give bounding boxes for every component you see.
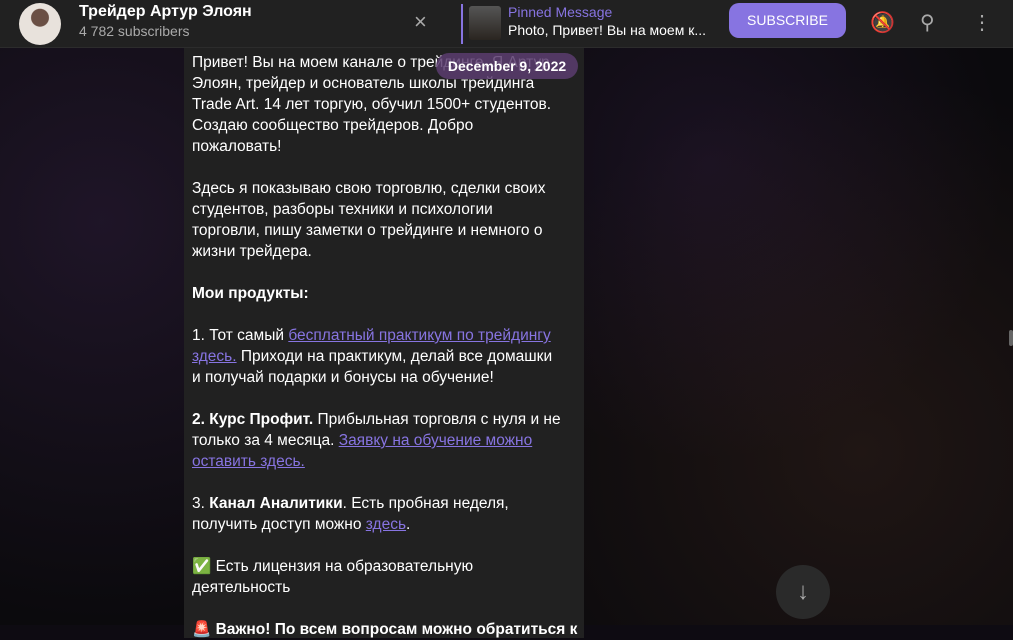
message-line: здесь. Приходи на практикум, делай все д… — [192, 346, 576, 367]
message-line: ✅ Есть лицензия на образовательную — [192, 556, 576, 577]
message-line: Trade Art. 14 лет торгую, обучил 1500+ с… — [192, 94, 576, 115]
message-line — [192, 157, 576, 178]
pinned-text: Photo, Привет! Вы на моем к... — [508, 22, 707, 38]
message-text: Приходи на практикум, делай все домашки — [236, 348, 553, 365]
scrollbar[interactable] — [1009, 330, 1013, 346]
subscriber-count: 4 782 subscribers — [79, 23, 190, 39]
message-link[interactable]: оставить здесь. — [192, 453, 305, 470]
message-text: Создаю сообщество трейдеров. Добро — [192, 117, 474, 134]
message-line — [192, 535, 576, 556]
scroll-down-icon[interactable]: ↓ — [776, 565, 830, 619]
channel-title[interactable]: Трейдер Артур Элоян — [79, 3, 252, 21]
message-bubble: Привет! Вы на моем канале о трейдинге. Я… — [184, 48, 584, 638]
message-line: Создаю сообщество трейдеров. Добро — [192, 115, 576, 136]
date-badge: December 9, 2022 — [436, 53, 578, 79]
message-line: получить доступ можно здесь. — [192, 514, 576, 535]
message-text: . Есть пробная неделя, — [342, 495, 509, 512]
search-icon[interactable]: ⚲ — [920, 10, 935, 35]
message-text: пожаловать! — [192, 138, 282, 155]
message-line: студентов, разборы техники и психологии — [192, 199, 576, 220]
message-line: жизни трейдера. — [192, 241, 576, 262]
message-line: 2. Курс Профит. Прибыльная торговля с ну… — [192, 409, 576, 430]
pinned-thumbnail — [469, 6, 501, 40]
message-text: Мои продукты: — [192, 285, 309, 302]
message-text: Здесь я показываю свою торговлю, сделки … — [192, 180, 546, 197]
message-text: только за 4 месяца. — [192, 432, 339, 449]
message-line — [192, 304, 576, 325]
message-link[interactable]: бесплатный практикум по трейдингу — [288, 327, 550, 344]
mute-icon[interactable]: 🔕 — [870, 10, 895, 35]
message-line — [192, 598, 576, 619]
message-text: . — [406, 516, 411, 533]
subscribe-button[interactable]: SUBSCRIBE — [729, 3, 846, 38]
message-link[interactable]: здесь. — [192, 348, 237, 365]
message-line: Мои продукты: — [192, 283, 576, 304]
message-text: Trade Art. 14 лет торгую, обучил 1500+ с… — [192, 96, 552, 113]
message-line: деятельность — [192, 577, 576, 598]
menu-icon[interactable]: ⋮ — [972, 10, 992, 35]
message-text: Канал Аналитики — [209, 495, 343, 512]
message-text: торговли, пишу заметки о трейдинге и нем… — [192, 222, 543, 239]
pinned-message[interactable]: Pinned Message Photo, Привет! Вы на моем… — [461, 4, 711, 44]
message-text: Прибыльная торговля с нуля и не — [313, 411, 561, 428]
avatar[interactable] — [19, 3, 61, 45]
message-text: ✅ Есть лицензия на образовательную — [192, 558, 474, 575]
message-text: получить доступ можно — [192, 516, 366, 533]
message-line: только за 4 месяца. Заявку на обучение м… — [192, 430, 576, 451]
message-text: студентов, разборы техники и психологии — [192, 201, 493, 218]
message-link[interactable]: Заявку на обучение можно — [339, 432, 533, 449]
chat-header: Трейдер Артур Элоян 4 782 subscribers × … — [0, 0, 1013, 48]
message-line: 1. Тот самый бесплатный практикум по тре… — [192, 325, 576, 346]
message-text: деятельность — [192, 579, 291, 596]
message-text: жизни трейдера. — [192, 243, 312, 260]
message-line: 🚨 Важно! По всем вопросам можно обратить… — [192, 619, 578, 640]
message-text: 3. — [192, 495, 210, 512]
message-text: и получай подарки и бонусы на обучение! — [192, 369, 494, 386]
close-pinned-icon[interactable]: × — [414, 9, 427, 35]
message-line — [192, 388, 576, 409]
message-line — [192, 262, 576, 283]
message-link[interactable]: здесь — [366, 516, 406, 533]
message-line: пожаловать! — [192, 136, 576, 157]
message-line: Здесь я показываю свою торговлю, сделки … — [192, 178, 576, 199]
message-text: 🚨 Важно! По всем вопросам можно обратить… — [192, 621, 578, 638]
message-line: и получай подарки и бонусы на обучение! — [192, 367, 576, 388]
message-line — [192, 472, 576, 493]
message-line: 3. Канал Аналитики. Есть пробная неделя, — [192, 493, 576, 514]
pinned-title: Pinned Message — [508, 4, 613, 20]
message-text: 1. Тот самый — [192, 327, 289, 344]
message-text: 2. Курс Профит. — [192, 411, 314, 428]
message-line: оставить здесь. — [192, 451, 576, 472]
message-line: торговли, пишу заметки о трейдинге и нем… — [192, 220, 576, 241]
